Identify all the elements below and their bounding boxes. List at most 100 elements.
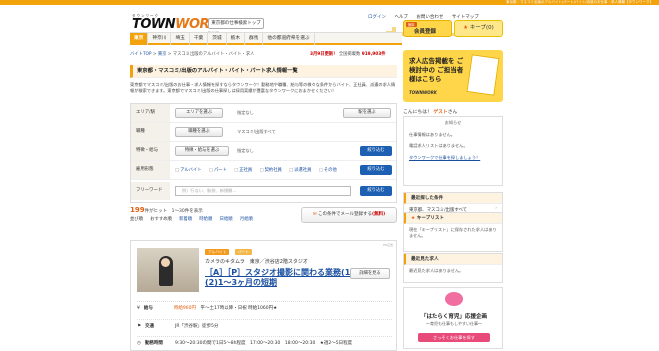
- station-select-button[interactable]: 駅を選ぶ: [343, 108, 391, 118]
- tag-arbeit: アルバイト: [205, 249, 230, 255]
- job-value: マスコミ/出版すべて: [237, 129, 276, 134]
- page-title: 東京都・マスコミ/出版のアルバイト・バイト・パート求人情報一覧: [137, 68, 298, 74]
- campaign-title: 「はたらく育児」応援企画: [421, 314, 487, 320]
- keep-label: キープ: [469, 25, 487, 31]
- keep-star-icon: ★: [411, 216, 416, 221]
- recruiter-ad-logo: TOWNWORK: [409, 90, 437, 95]
- townwork-logo[interactable]: タウンワーク TOWNWORK Recruit: [132, 14, 219, 34]
- feature-select-button[interactable]: 特徴・給与を選ぶ: [175, 146, 229, 156]
- feature-value: 指定なし: [237, 148, 254, 153]
- salary-label: 給与: [143, 306, 153, 311]
- login-link[interactable]: ログイン: [368, 15, 386, 20]
- search-panel: エリア/駅 エリアを選ぶ 指定なし 駅を選ぶ 職種 職種を選ぶ マスコミ/出版す…: [130, 103, 397, 203]
- recruiter-ad-banner[interactable]: 求人広告掲載を ご検討中の ご担当者様はこちら TOWNWORK: [403, 50, 503, 102]
- checkbox-part[interactable]: パート: [209, 168, 227, 173]
- keep-button[interactable]: ★ キープ(0): [454, 20, 503, 37]
- checkbox-haken[interactable]: 派遣社員: [289, 168, 311, 173]
- narrow-button-2[interactable]: 絞り込む: [360, 165, 392, 175]
- hit-range: 1〜30件を表示: [171, 209, 203, 214]
- register-label: 会員登録: [414, 29, 437, 35]
- feature-row: 特徴・給与 特徴・給与を選ぶ 指定なし 絞り込む: [131, 142, 396, 161]
- photo-person-face: [161, 258, 170, 267]
- breadcrumb: バイトTOP > 東京 > マスコミ出版のアルバイト・バイト・求人: [130, 52, 255, 57]
- employment-checkboxes: アルバイト パート 正社員 契約社員 派遣社員 その他: [175, 167, 343, 173]
- tab-chiba[interactable]: 千葉: [190, 33, 209, 45]
- childcare-campaign-banner[interactable]: 「はたらく育児」応援企画 ～育児も仕事もしやすい仕事～ さっそくお仕事を探す: [403, 287, 503, 349]
- site-header: タウンワーク TOWNWORK Recruit 東京都の仕事検索トップ ログイン…: [0, 5, 659, 36]
- mail-register-label: この条件でメール登録する: [318, 212, 373, 217]
- area-value: 指定なし: [237, 110, 254, 115]
- sort-new[interactable]: 新着順: [179, 217, 192, 222]
- detail-button[interactable]: 詳細を見る: [350, 268, 390, 279]
- tab-saitama[interactable]: 埼玉: [171, 33, 190, 45]
- checkbox-arbeit[interactable]: アルバイト: [175, 168, 202, 173]
- sort-options: 並び順 おすすめ順 新着順 時給順 日給順 月給順: [130, 216, 259, 222]
- tab-tochigi[interactable]: 栃木: [227, 33, 246, 45]
- job-select-button[interactable]: 職種を選ぶ: [175, 127, 223, 137]
- update-label: 全国掲載数: [338, 52, 361, 57]
- area-row: エリア/駅 エリアを選ぶ 指定なし 駅を選ぶ: [131, 104, 396, 123]
- tab-ibaraki[interactable]: 茨城: [208, 33, 227, 45]
- recent-jobs-box: 最近見た求人 最近見た求人はありません。: [403, 253, 503, 283]
- checkbox-seishain[interactable]: 正社員: [234, 168, 252, 173]
- sort-monthly[interactable]: 月給順: [240, 217, 253, 222]
- tab-kanagawa[interactable]: 神奈川: [148, 33, 172, 45]
- salary-value: 時給960円: [173, 306, 196, 311]
- sort-label: 並び順: [130, 217, 143, 222]
- freeword-input[interactable]: 例）行ない、駅前、新規開...: [175, 186, 351, 196]
- narrow-button-3[interactable]: 絞り込む: [360, 186, 392, 196]
- notice-line-1: 仕事情報はありません。: [409, 131, 455, 137]
- job-card[interactable]: PR広告 アルバイト パート カメラのキタムラ 東京／渋谷店2階スタジオ ［A］…: [130, 240, 397, 351]
- job-label: 職種: [131, 123, 170, 141]
- member-register-button[interactable]: 無料 会員登録: [403, 20, 452, 37]
- tab-tokyo[interactable]: 東京: [130, 33, 149, 45]
- hit-unit: 件がヒット: [144, 209, 168, 214]
- hours-label: 勤務時間: [144, 341, 163, 346]
- freeword-label: フリーワード: [131, 182, 170, 200]
- recent-search-head: 最近探した条件: [404, 193, 502, 204]
- tag-part: パート: [235, 249, 253, 255]
- hit-number: 199: [130, 206, 145, 214]
- logo-wordmark: TOWNWORK: [132, 17, 219, 32]
- salary-row: ¥ 給与 時給960円 平～土17時以降・日祝 時給1060円★: [137, 301, 392, 315]
- sort-recommended[interactable]: おすすめ順: [150, 217, 171, 222]
- employment-label: 雇用形態: [131, 161, 170, 179]
- recruiter-ad-title: 求人広告掲載を ご検討中の ご担当者様はこちら: [409, 57, 464, 83]
- campaign-link[interactable]: さっそくお仕事を探す: [418, 333, 490, 342]
- greeting: こんにちは！ ゲストさん: [403, 108, 457, 115]
- mail-register-button[interactable]: ✉ この条件でメール登録する(無料): [301, 207, 397, 223]
- narrow-button-1[interactable]: 絞り込む: [360, 146, 392, 156]
- page-title-box: 東京都・マスコミ/出版のアルバイト・バイト・パート求人情報一覧: [130, 65, 397, 78]
- listing-count: 919,903件: [361, 52, 386, 57]
- prefecture-top-button[interactable]: 東京都の仕事検索トップ: [208, 18, 264, 29]
- recent-jobs-head: 最近見た求人: [404, 254, 502, 265]
- keep-count: (0): [486, 25, 494, 31]
- salary-extra: 平～土17時以降・日祝 時給1060円★: [200, 306, 278, 311]
- hit-count: 199件がヒット 1〜30件を表示: [130, 206, 203, 214]
- update-date: 3月9日更新！: [310, 52, 338, 57]
- magazine-icon: [466, 54, 500, 96]
- area-select-button[interactable]: エリアを選ぶ: [175, 108, 223, 118]
- job-row: 職種 職種を選ぶ マスコミ/出版すべて: [131, 123, 396, 142]
- notice-head: お知らせ: [444, 120, 462, 125]
- company-name: カメラのキタムラ 東京／渋谷店2階スタジオ: [205, 259, 308, 265]
- sort-daily[interactable]: 日給順: [220, 217, 233, 222]
- breadcrumb-top[interactable]: バイトTOP: [130, 52, 152, 57]
- checkbox-other[interactable]: その他: [319, 168, 337, 173]
- checkbox-contract[interactable]: 契約社員: [260, 168, 282, 173]
- tab-gunma[interactable]: 群馬: [245, 33, 264, 45]
- sort-hourly[interactable]: 時給順: [199, 217, 212, 222]
- access-value: JR「渋谷駅」徒歩5分: [175, 324, 219, 329]
- keep-list-text: 現在「キープリスト」に保存された求人はありません。: [409, 227, 497, 238]
- job-photo: [137, 248, 199, 292]
- breadcrumb-tokyo[interactable]: 東京: [158, 52, 167, 57]
- keep-list-box: ★ キープリスト 現在「キープリスト」に保存された求人はありません。: [403, 212, 503, 252]
- keep-icon: ★: [463, 25, 469, 31]
- guest-name: ゲスト: [433, 110, 448, 115]
- tab-other-prefectures[interactable]: 他の都道府県を選ぶ: [263, 33, 315, 45]
- guest-suffix: さん: [447, 110, 458, 115]
- recent-jobs-text: 最近見た求人はありません。: [409, 268, 464, 273]
- greeting-label: こんにちは！: [403, 110, 432, 115]
- breadcrumb-current: マスコミ出版のアルバイト・バイト・求人: [172, 52, 255, 57]
- notice-line-3[interactable]: タウンワークで仕事を探しましょう！: [409, 155, 480, 160]
